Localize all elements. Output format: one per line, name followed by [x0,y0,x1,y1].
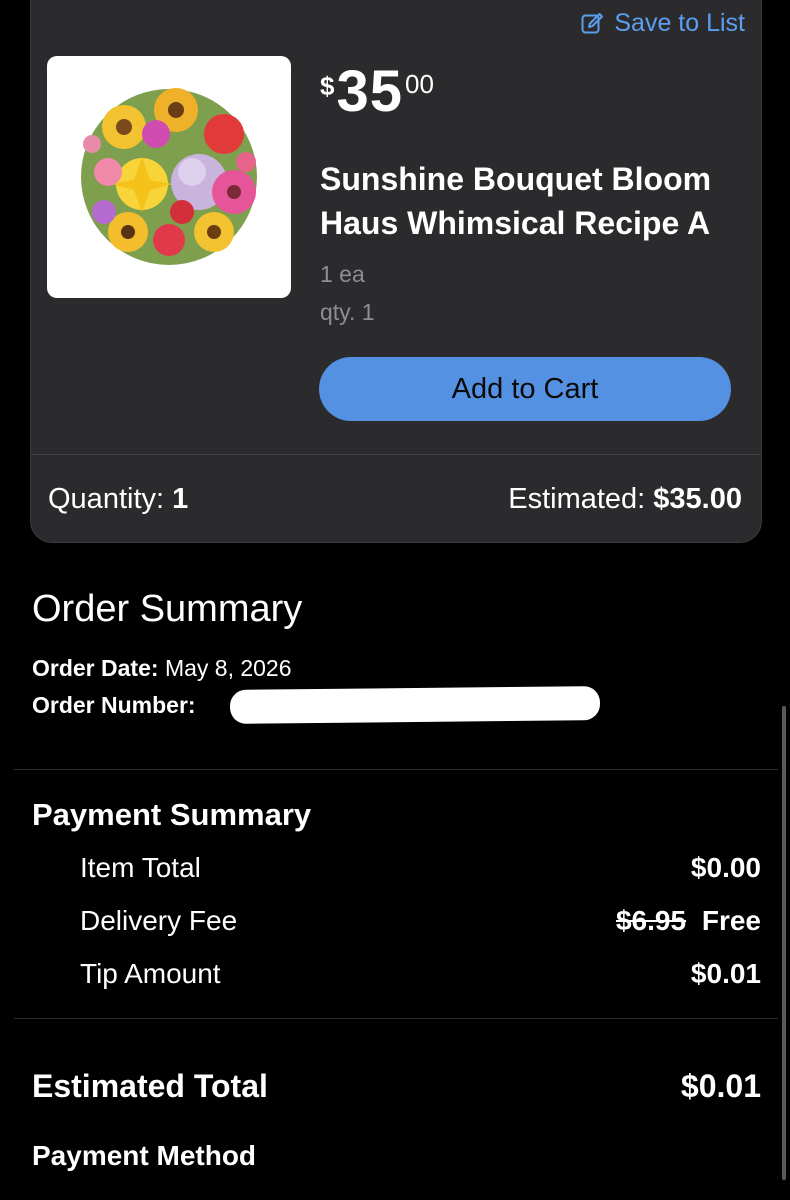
product-quantity: qty. 1 [320,299,375,325]
payment-method-heading: Payment Method [32,1140,257,1171]
estimated-value: $35.00 [653,482,742,515]
order-number-redaction [229,686,601,724]
scrollbar[interactable] [782,706,786,1180]
product-title[interactable]: Sunshine Bouquet Bloom Haus Whimsical Re… [320,157,740,245]
delivery-fee-label: Delivery Fee [80,905,238,936]
quantity-value: 1 [172,482,189,515]
tip-amount-label: Tip Amount [80,958,221,989]
order-details-page: Save to List $ 35 00 Sunshine Bouquet Bl… [0,0,790,1200]
product-unit: 1 ea [320,261,365,287]
order-date-value: May 8, 2026 [164,655,292,681]
order-number-label: Order Number: [32,692,196,718]
estimated-total-row: Estimated Total $0.01 [32,1068,761,1105]
delivery-fee-original: $6.95 [615,905,687,936]
delivery-fee-value: Free [701,905,761,936]
price-cents: 00 [404,69,434,99]
delivery-fee-row: Delivery Fee $6.95 Free [80,905,761,937]
tip-amount-value: $0.01 [690,958,761,989]
order-number: Order Number: [32,692,196,719]
tip-amount-row: Tip Amount $0.01 [80,958,761,990]
item-total-label: Item Total [80,852,201,883]
order-date: Order Date: May 8, 2026 [32,655,292,682]
estimated-total-label: Estimated Total [32,1068,268,1104]
estimated-label: Estimated: [508,482,646,515]
section-divider [14,769,778,770]
section-divider [14,1018,778,1019]
order-date-label: Order Date: [32,655,159,681]
payment-summary-heading: Payment Summary [32,797,312,832]
save-to-list-label: Save to List [614,9,745,37]
product-thumbnail[interactable] [47,56,291,298]
quantity-label: Quantity: [48,482,165,515]
add-to-cart-button[interactable]: Add to Cart [319,357,731,421]
delivery-fee-amount: $6.95 Free [616,905,761,937]
edit-list-icon [580,12,604,36]
save-to-list-link[interactable]: Save to List [580,9,745,38]
flower-bouquet-image [81,88,257,265]
estimated-summary: Estimated: $35.00 [508,483,742,516]
item-total-row: Item Total $0.00 [80,852,761,884]
card-footer: Quantity: 1 Estimated: $35.00 [31,455,761,542]
estimated-total-value: $0.01 [680,1068,761,1104]
price-currency: $ [320,71,335,101]
price-dollars: 35 [336,59,403,124]
product-card: Save to List $ 35 00 Sunshine Bouquet Bl… [30,0,762,543]
item-total-value: $0.00 [690,852,761,883]
quantity-summary: Quantity: 1 [48,483,188,516]
product-price: $ 35 00 [320,63,434,121]
order-summary-heading: Order Summary [32,588,303,630]
